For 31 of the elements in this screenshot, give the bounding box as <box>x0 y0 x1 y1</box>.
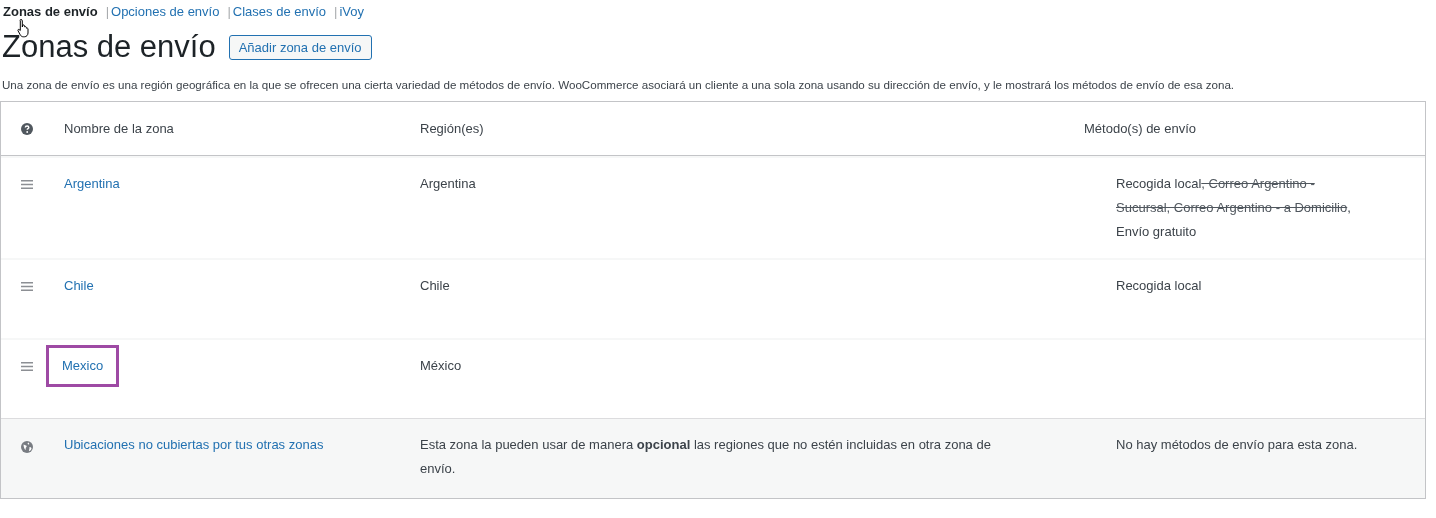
region-text: Chile <box>420 278 450 293</box>
nav-link[interactable]: Opciones de envío <box>111 3 220 19</box>
column-header: Nombre de la zona <box>63 121 175 136</box>
drag-handle-icon[interactable] <box>21 362 33 371</box>
help-icon[interactable] <box>21 122 33 135</box>
method-text: Envío gratuito <box>1116 223 1197 241</box>
column-header: Método(s) de envío <box>1083 121 1197 136</box>
add-zone-button[interactable]: Añadir zona de envío <box>228 34 372 60</box>
zone-name-link[interactable]: Chile <box>64 274 94 298</box>
description-text: Una zona de envío es una región geográfica en la que se ofrecen una cierta variedad de métodos de envío. WooCommerce asociará un cliente a una sola zona usando su dirección de envío, y le mostrará los métodos de envío de esa zona. <box>2 78 1236 91</box>
method-text: No hay métodos de envío para esta zona. <box>1116 436 1358 454</box>
method-text: Recogida local <box>1116 277 1202 295</box>
nav-link[interactable]: Clases de envío <box>232 3 327 19</box>
separator: | <box>227 3 231 19</box>
globe-icon <box>21 441 33 453</box>
drag-handle-icon[interactable] <box>21 282 33 291</box>
column-header: Región(es) <box>419 121 485 136</box>
zone-name-link[interactable]: Ubicaciones no cubiertas por tus otras zonas <box>64 433 324 457</box>
zone-name-link[interactable]: Mexico <box>49 348 117 384</box>
nav-link[interactable]: Zonas de envío <box>3 3 98 19</box>
method-text: , <box>1347 199 1351 217</box>
drag-handle-icon[interactable] <box>21 180 33 189</box>
separator: | <box>105 3 110 19</box>
zone-name-link[interactable]: Argentina <box>64 172 120 196</box>
nav-link[interactable]: iVoy <box>339 3 365 19</box>
region-text: Esta zona la pueden usar de manera opcional las regiones que no estén incluidas en otra zona de envío. <box>420 437 991 476</box>
page-title: Zonas de envío <box>2 29 216 65</box>
method-text: , Correo Argentino - <box>1201 175 1315 193</box>
separator: | <box>334 3 338 19</box>
region-text: México <box>420 358 462 373</box>
region-text: Argentina <box>420 176 476 191</box>
